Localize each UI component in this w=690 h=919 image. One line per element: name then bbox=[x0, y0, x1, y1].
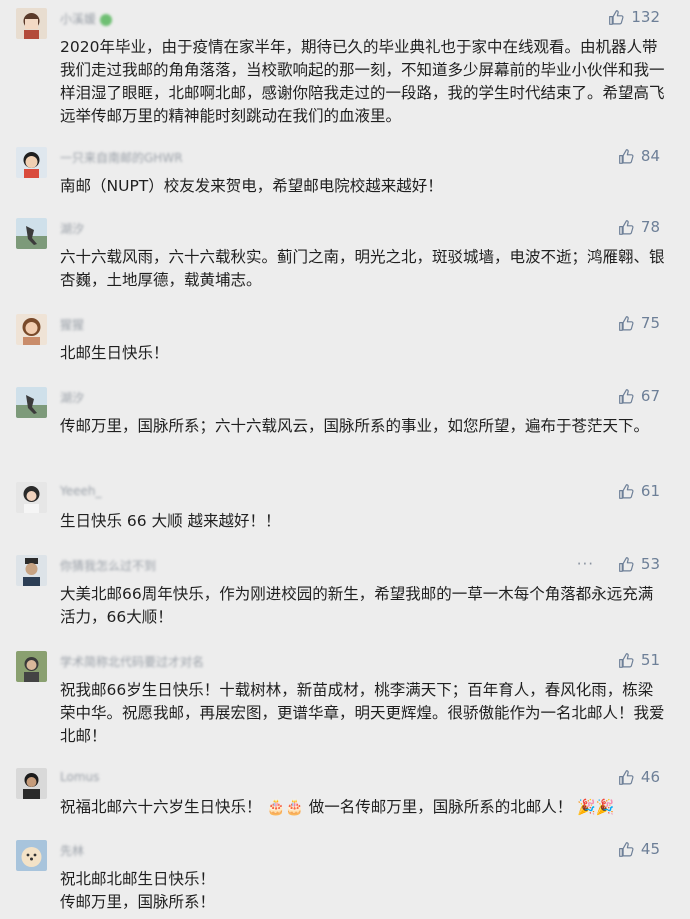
like-button[interactable]: 51 bbox=[618, 651, 660, 669]
commenter-name[interactable]: Yeeeh_ bbox=[60, 484, 102, 498]
commenter-name[interactable]: 猩猩 bbox=[60, 316, 84, 333]
commenter-name[interactable]: 你猜我怎么过不到 bbox=[60, 557, 156, 574]
thumbs-up-icon bbox=[619, 315, 634, 331]
commenter-name[interactable]: Lomus bbox=[60, 770, 99, 784]
avatar[interactable] bbox=[16, 8, 47, 39]
comment-text-part: 做一名传邮万里，国脉所系的北邮人！ bbox=[308, 798, 573, 816]
avatar[interactable] bbox=[16, 314, 47, 345]
thumbs-up-icon bbox=[619, 148, 634, 164]
like-count: 75 bbox=[640, 314, 660, 332]
party-popper-emoji: 🎉🎉 bbox=[577, 798, 615, 816]
like-button[interactable]: 53 bbox=[618, 555, 660, 573]
thumbs-up-icon bbox=[619, 769, 634, 785]
like-count: 84 bbox=[640, 147, 660, 165]
comment-text: 祝我邮66岁生日快乐！十载树林，新苗成材，桃李满天下；百年育人，春风化雨，栋梁荣… bbox=[60, 681, 665, 745]
comment-text-line: 祝北邮北邮生日快乐！ bbox=[60, 870, 216, 888]
thumbs-up-icon bbox=[619, 652, 634, 668]
like-button[interactable]: 46 bbox=[618, 768, 660, 786]
commenter-name[interactable]: 小溪媛 bbox=[60, 10, 113, 27]
like-count: 51 bbox=[640, 651, 660, 669]
thumbs-up-icon bbox=[609, 9, 624, 25]
like-button[interactable]: 75 bbox=[618, 314, 660, 332]
like-button[interactable]: 67 bbox=[618, 387, 660, 405]
like-count: 132 bbox=[631, 8, 660, 26]
more-options-button[interactable]: ··· bbox=[577, 555, 594, 573]
commenter-name[interactable]: 先林 bbox=[60, 842, 84, 859]
avatar[interactable] bbox=[16, 651, 47, 682]
like-button[interactable]: 45 bbox=[618, 840, 660, 858]
avatar[interactable] bbox=[16, 387, 47, 418]
comment-text: 北邮生日快乐！ bbox=[60, 344, 169, 362]
comment-text: 祝北邮北邮生日快乐！ 传邮万里，国脉所系！ bbox=[60, 868, 665, 914]
like-button[interactable]: 84 bbox=[618, 147, 660, 165]
like-count: 45 bbox=[640, 840, 660, 858]
thumbs-up-icon bbox=[619, 483, 634, 499]
thumbs-up-icon bbox=[619, 219, 634, 235]
avatar[interactable] bbox=[16, 840, 47, 871]
comment-text-line: 传邮万里，国脉所系！ bbox=[60, 893, 216, 911]
like-count: 61 bbox=[640, 482, 660, 500]
commenter-name[interactable]: 学术简称北代码要过才对名 bbox=[60, 653, 204, 670]
like-count: 53 bbox=[640, 555, 660, 573]
thumbs-up-icon bbox=[619, 556, 634, 572]
commenter-name[interactable]: 一只来自南邮的GHWR bbox=[60, 149, 183, 166]
comment-text: 南邮（NUPT）校友发来贺电，希望邮电院校越来越好！ bbox=[60, 177, 443, 195]
avatar[interactable] bbox=[16, 147, 47, 178]
thumbs-up-icon bbox=[619, 388, 634, 404]
avatar[interactable] bbox=[16, 555, 47, 586]
comment-text-part: 祝福北邮六十六岁生日快乐！ bbox=[60, 798, 262, 816]
avatar[interactable] bbox=[16, 482, 47, 513]
commenter-name[interactable]: 湖汐 bbox=[60, 220, 84, 237]
comment-text: 生日快乐 66 大顺 越来越好！！ bbox=[60, 512, 281, 530]
comment-text: 大美北邮66周年快乐，作为刚进校园的新生，希望我邮的一草一木每个角落都永远充满活… bbox=[60, 585, 654, 626]
thumbs-up-icon bbox=[619, 841, 634, 857]
like-button[interactable]: 78 bbox=[618, 218, 660, 236]
avatar[interactable] bbox=[16, 218, 47, 249]
like-count: 78 bbox=[640, 218, 660, 236]
like-button[interactable]: 61 bbox=[618, 482, 660, 500]
like-count: 67 bbox=[640, 387, 660, 405]
like-button[interactable]: 132 bbox=[608, 8, 660, 26]
comment-text: 六十六载风雨，六十六载秋实。蓟门之南，明光之北，斑驳城墙，电波不逝；鸿雁翱、银杏… bbox=[60, 248, 665, 289]
avatar[interactable] bbox=[16, 768, 47, 799]
comment-text: 祝福北邮六十六岁生日快乐！ 🎂🎂 做一名传邮万里，国脉所系的北邮人！ 🎉🎉 bbox=[60, 796, 665, 819]
comment-text: 传邮万里，国脉所系；六十六载风云，国脉所系的事业，如您所望，遍布于苍茫天下。 bbox=[60, 417, 650, 435]
birthday-cake-emoji: 🎂🎂 bbox=[266, 798, 304, 816]
comment-text: 2020年毕业，由于疫情在家半年，期待已久的毕业典礼也于家中在线观看。由机器人带… bbox=[60, 38, 665, 125]
like-count: 46 bbox=[640, 768, 660, 786]
commenter-name[interactable]: 湖汐 bbox=[60, 389, 84, 406]
